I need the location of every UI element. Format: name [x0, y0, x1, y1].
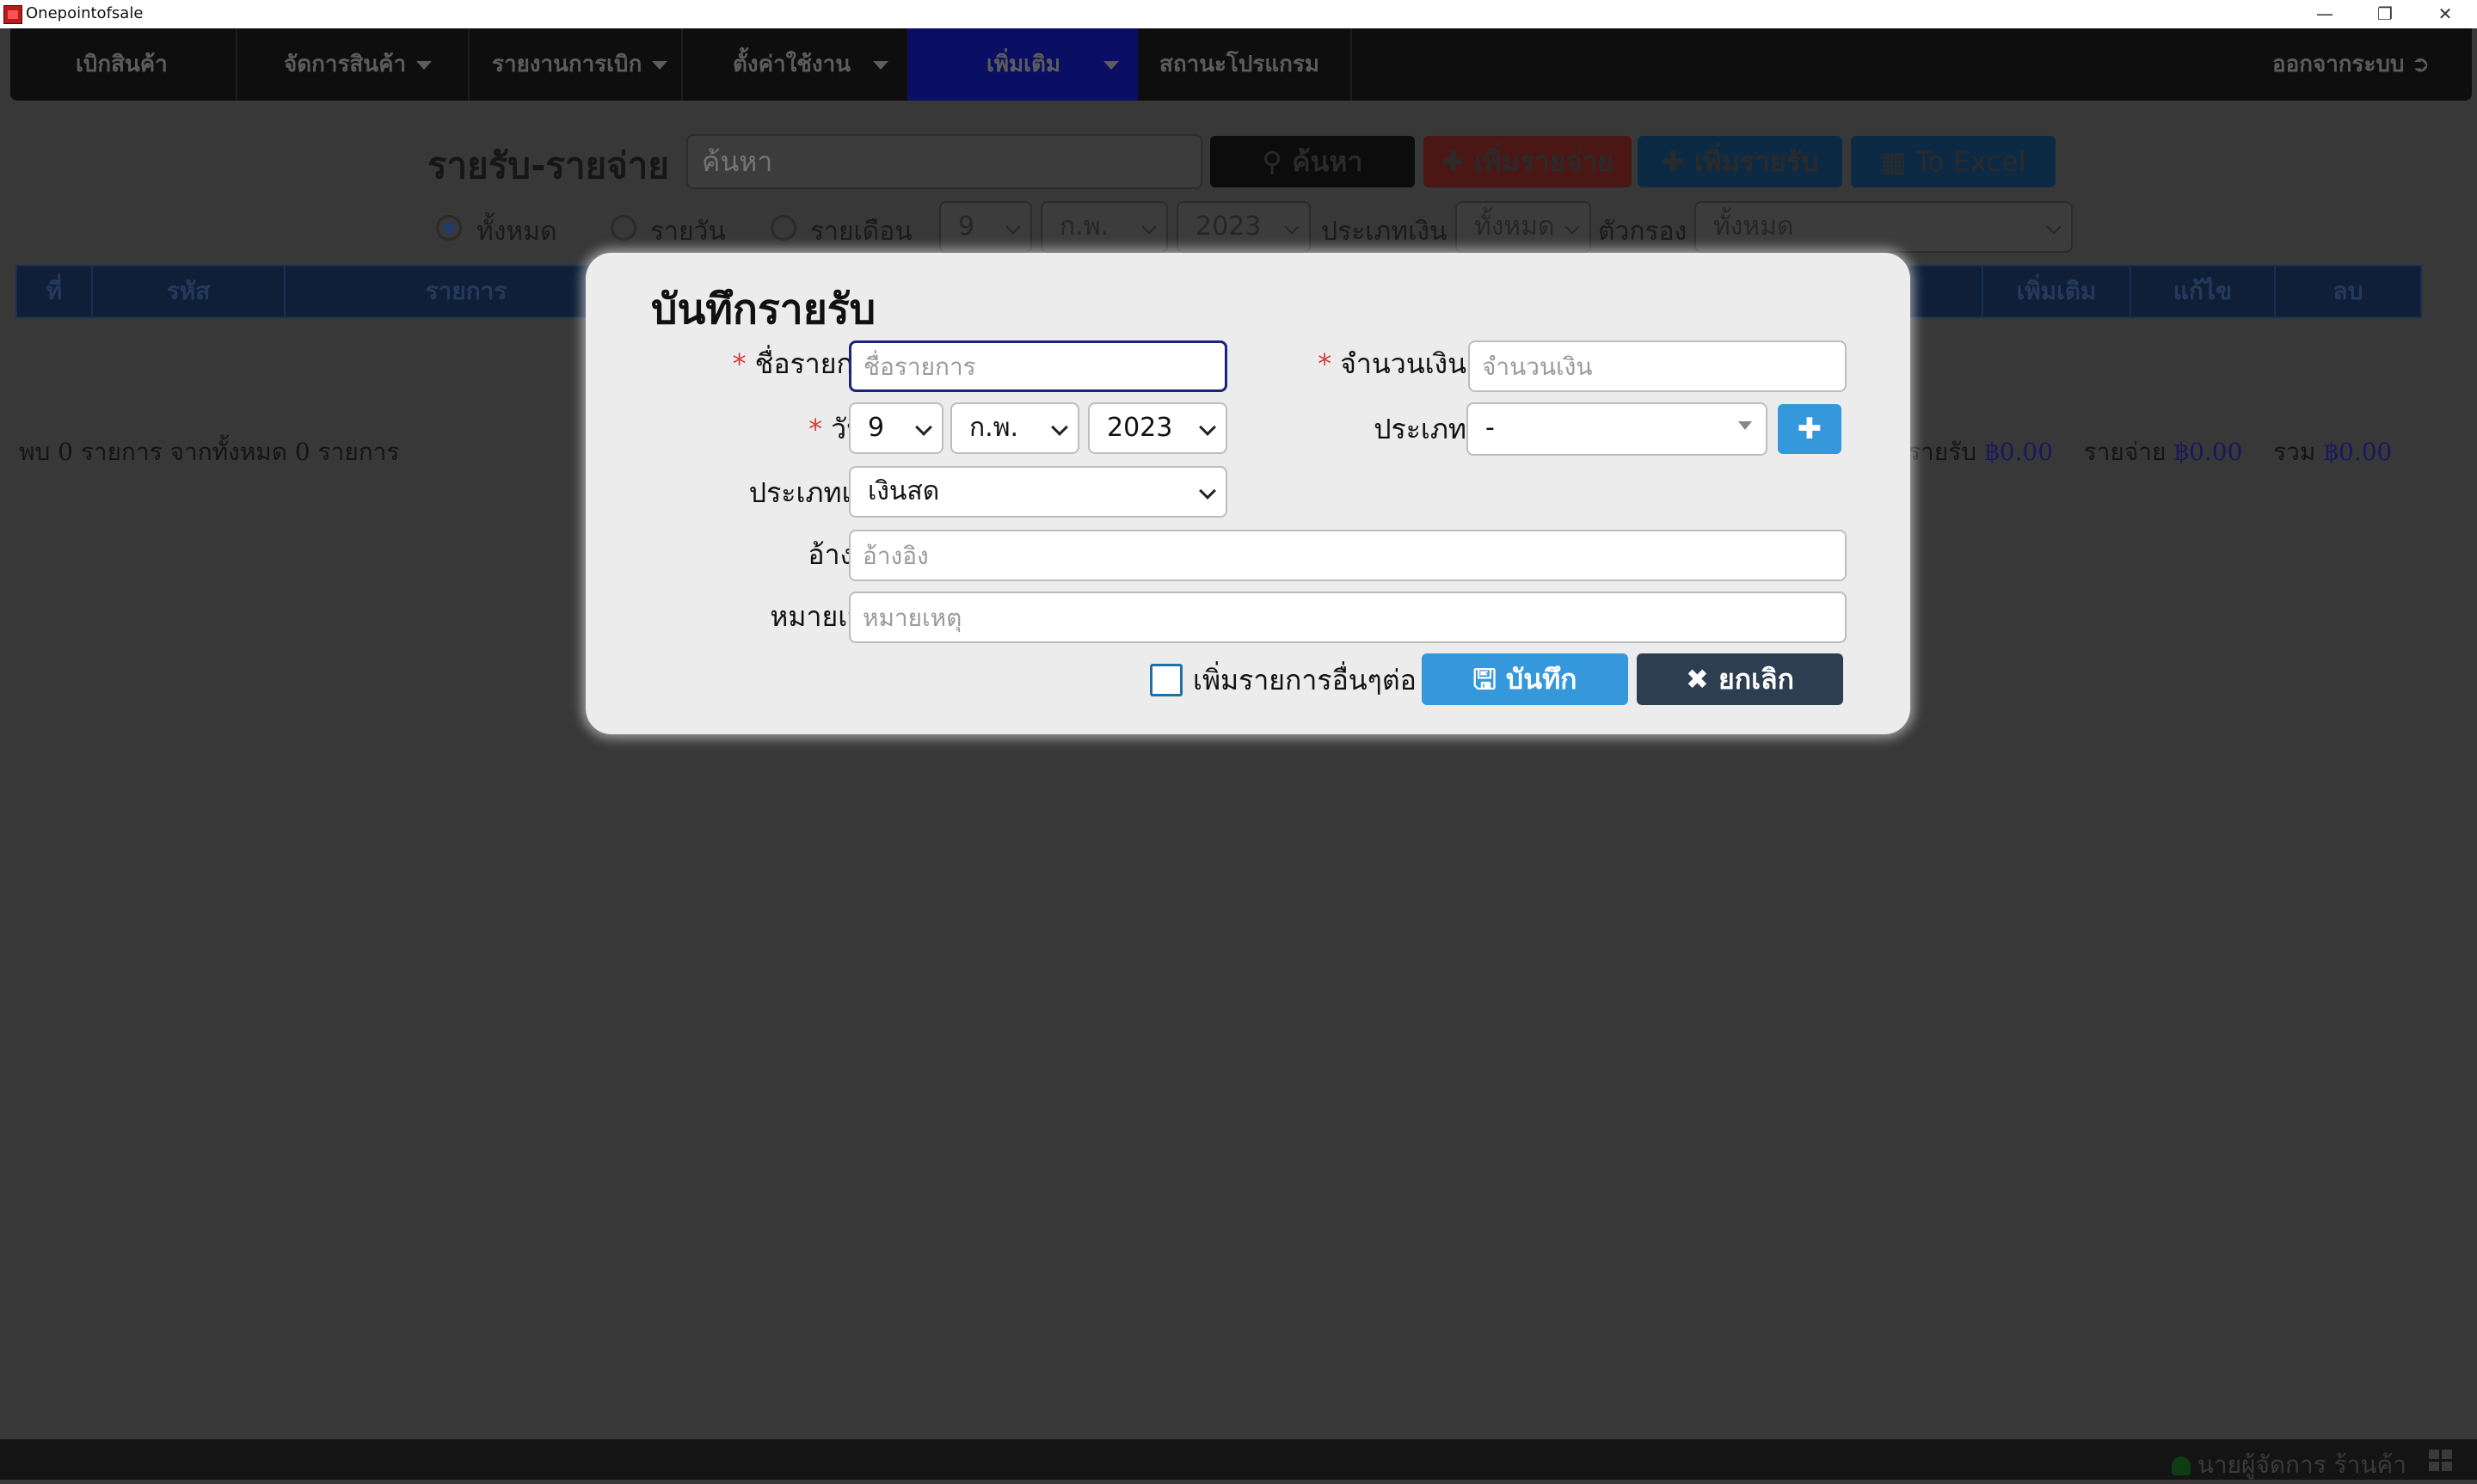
category-label: ประเภท — [1374, 413, 1466, 445]
required-marker: * — [732, 347, 747, 380]
income-total-label: รายรับ — [1908, 438, 1976, 466]
nav-divider — [236, 28, 237, 101]
caret-down-icon — [1738, 421, 1752, 430]
grid-icon[interactable] — [2429, 1450, 2453, 1472]
search-input[interactable] — [686, 134, 1202, 189]
amount-label: * จำนวนเงิน — [1318, 347, 1466, 380]
nav-item-withdraw[interactable]: เบิกสินค้า — [76, 28, 168, 101]
income-total-value: ฿0.00 — [1983, 438, 2054, 466]
app-icon — [3, 5, 22, 24]
window-title: Onepointofsale — [26, 4, 144, 22]
money-type-select[interactable]: เงินสด — [849, 466, 1227, 518]
dialog-title: บันทึกรายรับ — [651, 285, 876, 334]
plus-icon: ✚ — [1661, 145, 1685, 178]
plus-icon: ✚ — [1441, 145, 1465, 178]
logout-link[interactable]: ออกจากระบบ ➲ — [2272, 28, 2430, 101]
nav-item-withdraw-report[interactable]: รายงานการเบิก — [492, 28, 668, 101]
main-navbar: เบิกสินค้า จัดการสินค้า รายงานการเบิก ตั… — [10, 28, 2472, 101]
search-icon: ⚲ — [1262, 145, 1282, 178]
required-marker: * — [1318, 347, 1332, 380]
filter-day-select[interactable]: 9 — [939, 201, 1032, 253]
chevron-down-icon — [1199, 419, 1216, 436]
filter-year-select[interactable]: 2023 — [1177, 201, 1311, 253]
file-excel-icon: ▦ — [1880, 145, 1907, 178]
status-bar: นายผู้จัดการ ร้านค้า — [0, 1439, 2477, 1480]
filter-select[interactable]: ทั้งหมด — [1694, 201, 2073, 253]
add-expense-button[interactable]: ✚ เพิ่มรายจ่าย — [1423, 136, 1632, 187]
logout-icon: ➲ — [2411, 52, 2431, 77]
note-input[interactable] — [849, 592, 1847, 643]
category-select[interactable]: - — [1466, 402, 1767, 456]
add-more-checkbox[interactable] — [1150, 664, 1183, 696]
nav-item-manage-products[interactable]: จัดการสินค้า — [284, 28, 433, 101]
save-button[interactable]: 🖫 บันทึก — [1422, 653, 1628, 705]
save-icon: 🖫 — [1472, 663, 1497, 696]
chevron-down-icon — [1051, 419, 1068, 436]
column-header-delete: ลบ — [2333, 277, 2363, 305]
nav-divider — [681, 28, 683, 101]
nav-item-more[interactable]: เพิ่มเติม — [907, 28, 1138, 101]
totals-summary: รายรับ ฿0.00 รายจ่าย ฿0.00 รวม ฿0.00 — [1908, 433, 2392, 471]
export-excel-button[interactable]: ▦ To Excel — [1851, 136, 2056, 187]
search-button[interactable]: ⚲ ค้นหา — [1210, 136, 1415, 187]
month-select[interactable]: ก.พ. — [950, 402, 1079, 454]
cancel-button[interactable]: ✖ ยกเลิก — [1637, 653, 1843, 705]
grand-total-label: รวม — [2273, 438, 2316, 466]
chevron-down-icon — [416, 60, 433, 70]
close-window-button[interactable]: ✕ — [2415, 0, 2475, 28]
column-header-code: รหัส — [166, 277, 211, 305]
add-income-button[interactable]: ✚ เพิ่มรายรับ — [1638, 136, 1842, 187]
add-category-button[interactable]: ✚ — [1778, 404, 1841, 454]
restore-button[interactable]: ❐ — [2355, 0, 2415, 28]
nav-divider — [1350, 28, 1352, 101]
money-type-filter-select[interactable]: ทั้งหมด — [1455, 201, 1591, 253]
chevron-down-icon — [915, 419, 932, 436]
window-titlebar: Onepointofsale — ❐ ✕ — [0, 0, 2477, 28]
expense-total-value: ฿0.00 — [2173, 438, 2243, 466]
amount-input[interactable] — [1468, 340, 1847, 392]
page-title: รายรับ-รายจ่าย — [427, 144, 669, 187]
chevron-down-icon — [1103, 60, 1120, 70]
filter-daily-radio[interactable] — [611, 215, 636, 241]
plus-icon: ✚ — [1797, 412, 1822, 446]
user-icon — [2171, 1456, 2191, 1475]
day-select[interactable]: 9 — [849, 402, 943, 454]
close-icon: ✖ — [1686, 663, 1709, 696]
record-count-text: พบ 0 รายการ จากทั้งหมด 0 รายการ — [19, 438, 400, 466]
minimize-button[interactable]: — — [2295, 0, 2355, 28]
chevron-down-icon — [1199, 482, 1216, 500]
expense-total-label: รายจ่าย — [2083, 438, 2167, 466]
required-marker: * — [808, 413, 823, 445]
add-more-label: เพิ่มรายการอื่นๆต่อ — [1193, 664, 1417, 696]
nav-divider — [468, 28, 470, 101]
current-user: นายผู้จัดการ ร้านค้า — [2171, 1446, 2406, 1484]
column-header-more: เพิ่มเติม — [2016, 277, 2097, 305]
grand-total-value: ฿0.00 — [2323, 438, 2393, 466]
filter-monthly-radio[interactable] — [771, 215, 796, 241]
filter-month-select[interactable]: ก.พ. — [1041, 201, 1168, 253]
filter-monthly-label: รายเดือน — [810, 217, 913, 247]
filter-daily-label: รายวัน — [650, 217, 726, 247]
nav-item-settings[interactable]: ตั้งค่าใช้งาน — [733, 28, 888, 101]
year-select[interactable]: 2023 — [1088, 402, 1227, 454]
item-name-input[interactable] — [849, 340, 1227, 392]
add-income-dialog: บันทึกรายรับ *ชื่อรายการ *จำนวนเงิน *วัน… — [586, 253, 1910, 734]
chevron-down-icon — [872, 60, 888, 70]
reference-input[interactable] — [849, 530, 1847, 581]
filter-all-label: ทั้งหมด — [476, 217, 557, 247]
filter-label: ตัวกรอง — [1598, 217, 1687, 247]
filter-all-radio[interactable] — [436, 215, 462, 241]
money-type-filter-label: ประเภทเงิน — [1321, 217, 1447, 247]
column-header-no: ที่ — [46, 277, 63, 305]
nav-item-program-status[interactable]: สถานะโปรแกรม — [1159, 28, 1319, 101]
column-header-edit: แก้ไข — [2173, 277, 2233, 305]
chevron-down-icon — [652, 60, 668, 70]
